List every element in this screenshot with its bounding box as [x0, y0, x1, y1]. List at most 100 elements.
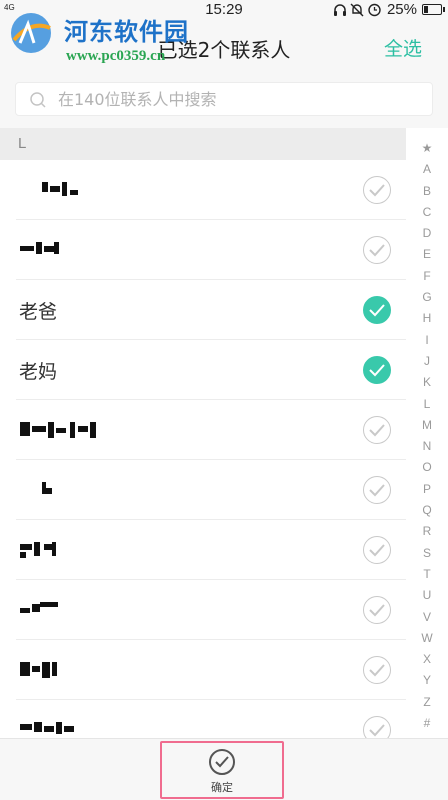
- index-letter[interactable]: F: [413, 266, 441, 287]
- index-letter[interactable]: J: [413, 351, 441, 372]
- redaction-block: [70, 190, 78, 195]
- headset-icon: [333, 3, 346, 16]
- contact-name-blurred: [20, 662, 110, 680]
- redaction-block: [54, 242, 59, 254]
- redaction-block: [48, 422, 54, 438]
- index-letter[interactable]: C: [413, 202, 441, 223]
- index-letter[interactable]: K: [413, 372, 441, 393]
- contact-name-blurred: [20, 242, 110, 260]
- index-letter[interactable]: Q: [413, 500, 441, 521]
- checkbox-unchecked-icon[interactable]: [363, 476, 391, 504]
- section-letter: L: [18, 135, 27, 152]
- index-letter[interactable]: B: [413, 181, 441, 202]
- contact-list: 老爸老妈: [0, 160, 406, 738]
- index-letter[interactable]: #: [413, 713, 441, 734]
- redaction-block: [78, 426, 88, 432]
- search-input[interactable]: [58, 83, 418, 115]
- mute-icon: [350, 3, 364, 16]
- checkbox-checked-icon[interactable]: [363, 356, 391, 384]
- contact-row[interactable]: [0, 460, 406, 520]
- index-letter[interactable]: ★: [413, 138, 441, 159]
- index-letter[interactable]: X: [413, 649, 441, 670]
- contact-name-blurred: [20, 602, 110, 620]
- status-icons: 25%: [333, 1, 445, 18]
- battery-fill: [424, 6, 428, 13]
- alphabet-index[interactable]: ★ A B C D E F G H I J K L M N O P Q R S T U V W X Y Z #: [413, 138, 441, 734]
- contact-row[interactable]: [0, 640, 406, 700]
- index-letter[interactable]: D: [413, 223, 441, 244]
- checkbox-unchecked-icon[interactable]: [363, 416, 391, 444]
- redaction-block: [70, 422, 75, 438]
- redaction-block: [42, 662, 50, 678]
- contact-row[interactable]: [0, 520, 406, 580]
- contact-name-blurred: [20, 542, 110, 560]
- redaction-block: [44, 726, 54, 732]
- redaction-block: [44, 246, 54, 252]
- index-letter[interactable]: I: [413, 330, 441, 351]
- redaction-block: [52, 542, 56, 556]
- index-letter[interactable]: V: [413, 607, 441, 628]
- contact-row[interactable]: [0, 580, 406, 640]
- search-box[interactable]: [15, 82, 433, 116]
- index-letter[interactable]: L: [413, 394, 441, 415]
- checkbox-checked-icon[interactable]: [363, 296, 391, 324]
- index-letter[interactable]: Z: [413, 692, 441, 713]
- checkbox-unchecked-icon[interactable]: [363, 716, 391, 738]
- search-icon: [30, 92, 46, 108]
- redaction-block: [42, 182, 48, 192]
- contact-name-blurred: [20, 722, 110, 738]
- redaction-block: [34, 542, 40, 556]
- contact-row[interactable]: 老爸: [0, 280, 406, 340]
- redaction-block: [20, 552, 26, 558]
- redaction-block: [62, 182, 67, 196]
- confirm-button[interactable]: 确定: [160, 741, 284, 799]
- index-letter[interactable]: G: [413, 287, 441, 308]
- index-letter[interactable]: U: [413, 585, 441, 606]
- index-letter[interactable]: Y: [413, 670, 441, 691]
- redaction-block: [44, 544, 52, 550]
- header: 已选2个联系人 全选: [0, 22, 448, 74]
- contact-row[interactable]: 老妈: [0, 340, 406, 400]
- index-letter[interactable]: W: [413, 628, 441, 649]
- redaction-block: [20, 246, 34, 251]
- alarm-icon: [368, 3, 381, 17]
- checkbox-unchecked-icon[interactable]: [363, 536, 391, 564]
- index-letter[interactable]: T: [413, 564, 441, 585]
- index-letter[interactable]: H: [413, 308, 441, 329]
- contact-row[interactable]: [0, 220, 406, 280]
- bottom-bar: 确定: [0, 738, 448, 800]
- checkbox-unchecked-icon[interactable]: [363, 236, 391, 264]
- contact-list-area: L 老爸老妈: [0, 128, 448, 738]
- redaction-block: [20, 724, 32, 730]
- page-title: 已选2个联系人: [157, 38, 291, 62]
- checkbox-unchecked-icon[interactable]: [363, 596, 391, 624]
- search-area: [0, 74, 448, 128]
- select-all-button[interactable]: 全选: [384, 34, 422, 61]
- contact-row[interactable]: [0, 400, 406, 460]
- contact-name-blurred: [20, 182, 110, 200]
- index-letter[interactable]: S: [413, 543, 441, 564]
- redaction-block: [46, 488, 52, 494]
- redaction-block: [40, 602, 58, 607]
- index-letter[interactable]: E: [413, 244, 441, 265]
- checkbox-unchecked-icon[interactable]: [363, 656, 391, 684]
- confirm-label: 确定: [211, 781, 233, 794]
- section-header: L: [0, 128, 406, 160]
- index-letter[interactable]: A: [413, 159, 441, 180]
- checkbox-unchecked-icon[interactable]: [363, 176, 391, 204]
- index-letter[interactable]: N: [413, 436, 441, 457]
- contact-name: 老妈: [19, 361, 58, 383]
- check-circle-icon: [209, 749, 235, 775]
- index-letter[interactable]: P: [413, 479, 441, 500]
- battery-percent: 25%: [386, 1, 417, 18]
- redaction-block: [32, 666, 40, 672]
- redaction-block: [36, 242, 42, 254]
- redaction-block: [32, 426, 46, 432]
- contact-row[interactable]: [0, 160, 406, 220]
- index-letter[interactable]: R: [413, 521, 441, 542]
- redaction-block: [32, 604, 40, 612]
- redaction-block: [34, 722, 42, 732]
- index-letter[interactable]: O: [413, 457, 441, 478]
- index-letter[interactable]: M: [413, 415, 441, 436]
- contact-row[interactable]: [0, 700, 406, 738]
